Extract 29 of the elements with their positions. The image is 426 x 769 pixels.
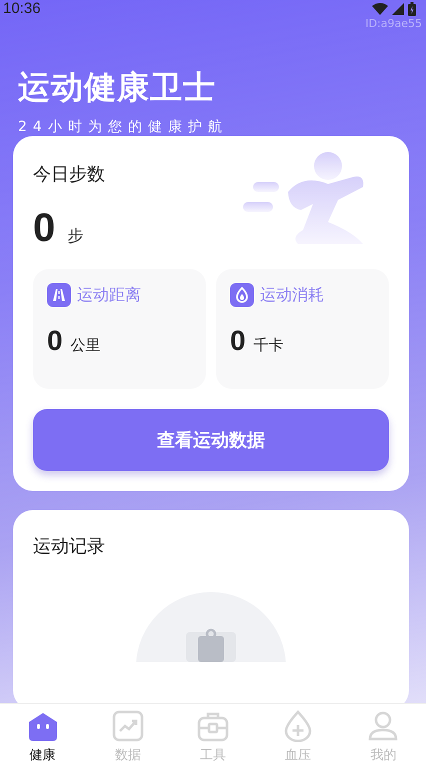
steps-unit: 步	[67, 226, 84, 247]
steps-title: 今日步数	[33, 163, 106, 186]
stat-label: 运动消耗	[260, 284, 324, 306]
road-icon	[47, 283, 71, 307]
wifi-icon	[372, 2, 388, 14]
stat-value: 0	[230, 325, 246, 357]
status-time: 10:36	[3, 0, 41, 17]
home-icon	[26, 710, 59, 742]
flame-icon	[230, 283, 254, 307]
tab-item[interactable]: 我的	[340, 704, 426, 769]
signal-icon	[392, 2, 404, 14]
tab-item[interactable]: 数据	[85, 704, 170, 769]
records-title: 运动记录	[33, 535, 105, 558]
person-icon	[367, 710, 400, 742]
app-title: 运动健康卫士	[18, 67, 217, 108]
stat-value: 0	[47, 325, 63, 357]
battery-icon	[408, 2, 416, 16]
app-id: ID:a9ae55	[365, 17, 422, 30]
stat-unit: 公里	[70, 336, 101, 355]
tab-item[interactable]: 工具	[170, 704, 256, 769]
tab-item[interactable]: 健康	[0, 704, 86, 769]
stat-label: 运动距离	[77, 284, 141, 306]
chart-icon	[112, 710, 144, 742]
view-data-button[interactable]: 查看运动数据	[33, 409, 389, 471]
steps-value: 0	[33, 206, 56, 251]
toolbox-icon	[197, 710, 229, 742]
stat-unit: 千卡	[254, 336, 284, 355]
app-subtitle: 24小时为您的健康护航	[18, 118, 229, 136]
tab-item[interactable]: 血压	[256, 704, 341, 769]
